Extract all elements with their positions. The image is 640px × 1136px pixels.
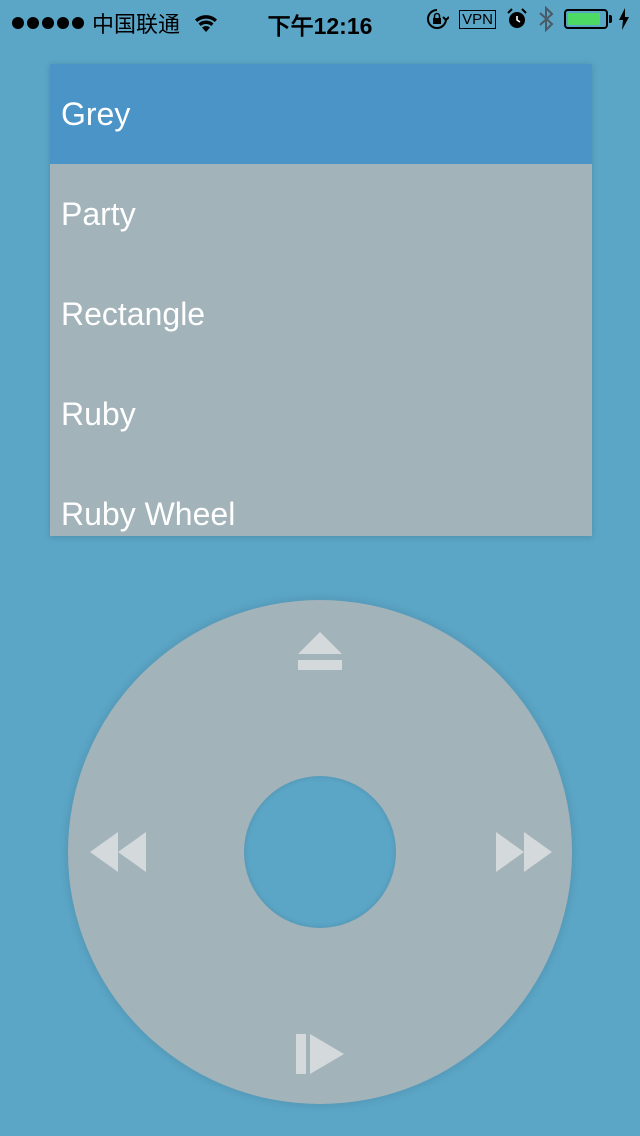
- menu-item-ruby-wheel[interactable]: Ruby Wheel: [50, 464, 592, 536]
- menu-item-party[interactable]: Party: [50, 164, 592, 264]
- carrier-name: 中国联通: [92, 12, 181, 37]
- menu-item-rectangle[interactable]: Rectangle: [50, 264, 592, 364]
- status-bar-right: VPN: [425, 6, 630, 32]
- play-pause-button[interactable]: [294, 1032, 346, 1076]
- rotation-lock-icon: [427, 9, 450, 29]
- fast-forward-icon: [496, 832, 552, 872]
- menu-list[interactable]: Grey Party Rectangle Ruby Ruby Wheel: [50, 64, 592, 536]
- vpn-badge: VPN: [459, 9, 496, 29]
- rewind-button[interactable]: [88, 830, 148, 874]
- wifi-icon: [195, 15, 218, 32]
- center-select-button[interactable]: [244, 776, 396, 928]
- status-bar: 中国联通 下午12:16 VPN: [0, 0, 640, 40]
- alarm-icon: [507, 8, 527, 28]
- signal-dots-icon: [12, 17, 84, 29]
- status-bar-left: 中国联通: [12, 7, 220, 39]
- menu-button[interactable]: [294, 630, 346, 674]
- charging-icon: [619, 8, 629, 30]
- battery-icon: [564, 9, 612, 29]
- bluetooth-icon: [539, 6, 554, 32]
- click-wheel[interactable]: [68, 600, 572, 1104]
- play-pause-icon: [296, 1034, 344, 1074]
- battery-fill: [568, 13, 600, 25]
- menu-item-grey[interactable]: Grey: [50, 64, 592, 164]
- rewind-icon: [90, 832, 146, 872]
- fast-forward-button[interactable]: [494, 830, 554, 874]
- eject-icon: [298, 632, 342, 670]
- menu-item-ruby[interactable]: Ruby: [50, 364, 592, 464]
